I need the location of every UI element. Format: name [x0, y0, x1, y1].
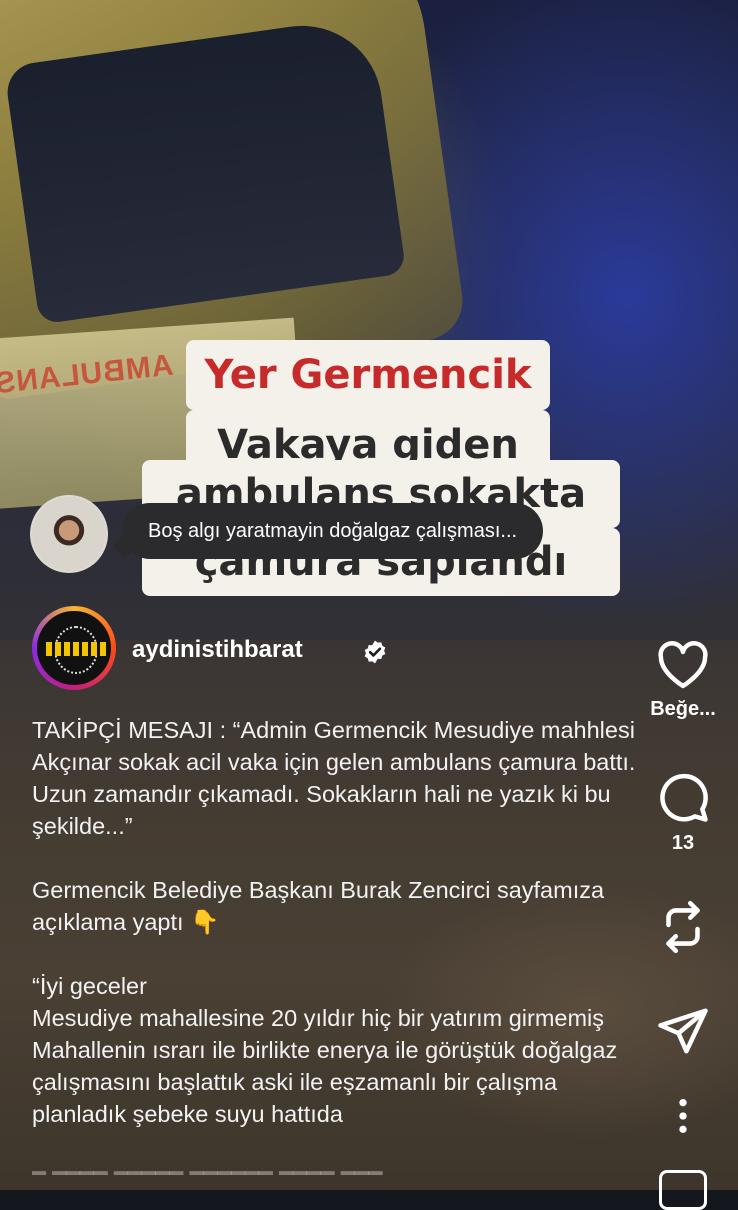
comment-icon[interactable] — [656, 770, 710, 824]
audio-thumbnail[interactable] — [628, 1170, 738, 1210]
share-action[interactable] — [628, 1004, 738, 1058]
like-action[interactable]: Beğe... — [628, 640, 738, 721]
commenter-avatar[interactable] — [30, 495, 108, 573]
verified-badge-icon — [364, 640, 386, 664]
more-icon[interactable] — [673, 1096, 693, 1136]
like-label: Beğe... — [650, 698, 716, 720]
description-overflow-fade: ━ ━━━━ ━━━━━ ━━━━━━ ━━━━ ━━━ — [32, 1160, 383, 1180]
video-caption-overlay: Yer Germencik Vakaya giden ambulans soka… — [142, 340, 620, 598]
comment-text: Boş algı yaratmayin doğalgaz çalışması..… — [148, 520, 518, 542]
caption-line-1: Yer Germencik — [186, 340, 550, 410]
author-username[interactable]: aydinistihbarat — [132, 636, 303, 664]
comment-action[interactable]: 13 — [628, 770, 738, 855]
comment-bubble[interactable]: Boş algı yaratmayin doğalgaz çalışması..… — [112, 503, 544, 559]
share-icon[interactable] — [656, 1004, 710, 1058]
heart-icon[interactable] — [656, 640, 710, 690]
author-avatar[interactable] — [32, 606, 116, 690]
more-options-action[interactable] — [628, 1096, 738, 1136]
audio-thumb-icon[interactable] — [659, 1170, 707, 1210]
author-row[interactable]: aydinistihbarat — [32, 606, 432, 692]
ambulance-windshield — [3, 15, 407, 325]
repost-icon[interactable] — [658, 898, 708, 956]
repost-action[interactable] — [628, 898, 738, 956]
post-description[interactable]: TAKİPÇİ MESAJI : “Admin Germencik Mesudi… — [32, 714, 642, 1130]
comment-count: 13 — [671, 832, 695, 854]
logo-band — [46, 642, 106, 656]
author-logo — [37, 611, 111, 685]
